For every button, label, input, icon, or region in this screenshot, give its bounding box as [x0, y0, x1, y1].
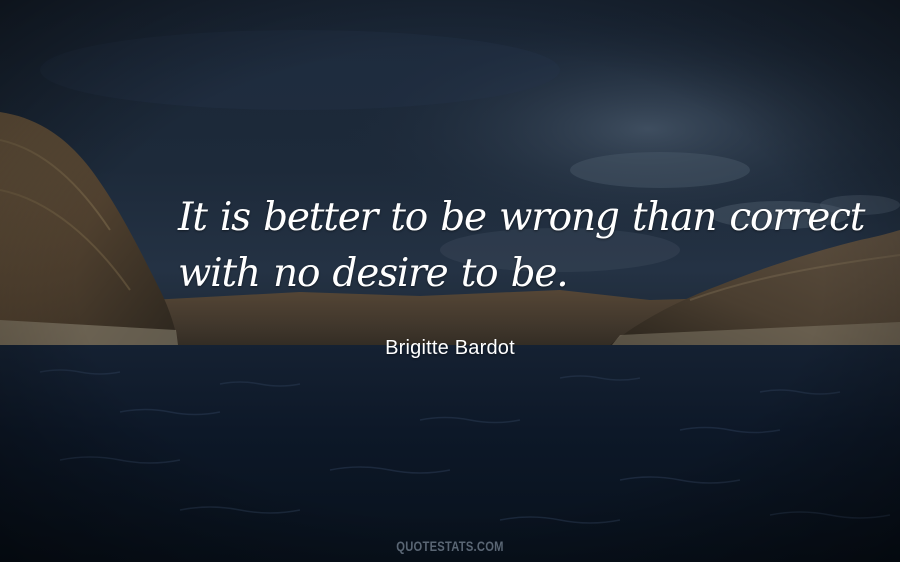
quote-line-2: with no desire to be.	[178, 251, 569, 296]
quote-line-1: It is better to be wrong than correct	[178, 195, 865, 240]
quote-author: Brigitte Bardot	[385, 337, 515, 359]
site-watermark: QUOTESTATS.COM	[396, 538, 504, 554]
quote-text: It is better to be wrong than correct wi…	[178, 190, 865, 302]
quote-image: It is better to be wrong than correct wi…	[0, 0, 900, 562]
